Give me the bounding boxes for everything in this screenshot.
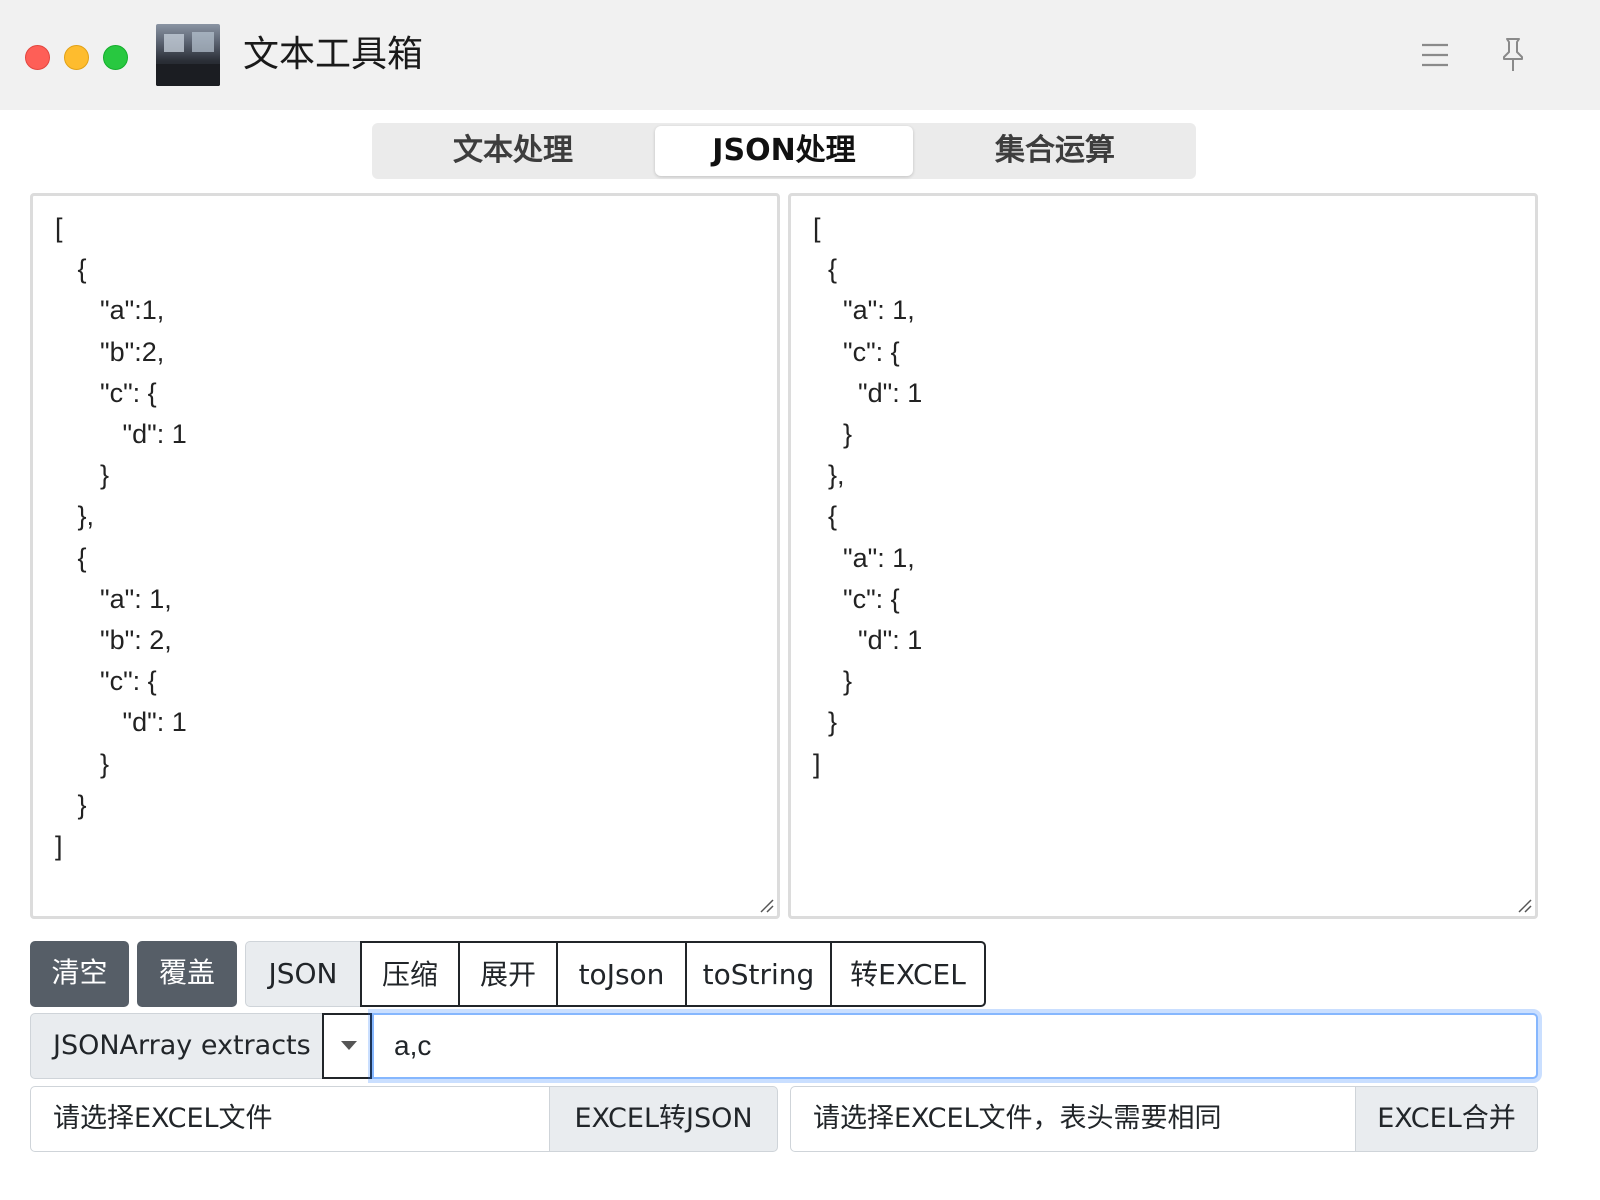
- resize-grip-icon[interactable]: [1516, 897, 1532, 913]
- resize-grip-icon[interactable]: [758, 897, 774, 913]
- window-title: 文本工具箱: [243, 34, 424, 75]
- tab-text-processing[interactable]: 文本处理: [384, 126, 642, 176]
- tostring-button[interactable]: toString: [685, 941, 832, 1007]
- minimize-window-button[interactable]: [64, 45, 89, 70]
- expand-button[interactable]: 展开: [458, 941, 558, 1007]
- extract-keys-input[interactable]: [372, 1013, 1538, 1079]
- output-editor-text[interactable]: [ { "a": 1, "c": { "d": 1 } }, { "a": 1,…: [791, 196, 1535, 785]
- json-label: JSON: [245, 941, 361, 1007]
- clear-button[interactable]: 清空: [30, 941, 129, 1007]
- input-editor[interactable]: [ { "a":1, "b":2, "c": { "d": 1 } }, { "…: [30, 193, 780, 919]
- app-icon: [156, 24, 220, 86]
- compress-button[interactable]: 压缩: [360, 941, 460, 1007]
- tojson-button[interactable]: toJson: [556, 941, 687, 1007]
- to-excel-button[interactable]: 转EXCEL: [830, 941, 986, 1007]
- menu-icon[interactable]: [1418, 40, 1452, 70]
- output-editor[interactable]: [ { "a": 1, "c": { "d": 1 } }, { "a": 1,…: [788, 193, 1538, 919]
- close-window-button[interactable]: [25, 45, 50, 70]
- extract-mode-select[interactable]: JSONArray extracts: [30, 1013, 323, 1079]
- pin-icon[interactable]: [1496, 36, 1530, 74]
- excel-merge-file-picker[interactable]: 请选择EXCEL文件，表头需要相同: [790, 1086, 1356, 1152]
- tab-set-operations[interactable]: 集合运算: [926, 126, 1184, 176]
- tab-bar: 文本处理 JSON处理 集合运算: [372, 123, 1196, 179]
- input-editor-text[interactable]: [ { "a":1, "b":2, "c": { "d": 1 } }, { "…: [33, 196, 777, 867]
- excel-to-json-button[interactable]: EXCEL转JSON: [549, 1086, 778, 1152]
- chevron-down-icon: [341, 1041, 357, 1050]
- title-bar: 文本工具箱: [0, 0, 1600, 110]
- excel-file-picker[interactable]: 请选择EXCEL文件: [30, 1086, 550, 1152]
- tab-json-processing[interactable]: JSON处理: [655, 126, 913, 176]
- overwrite-button[interactable]: 覆盖: [137, 941, 237, 1007]
- extract-mode-dropdown-button[interactable]: [322, 1013, 372, 1079]
- excel-merge-button[interactable]: EXCEL合并: [1355, 1086, 1538, 1152]
- zoom-window-button[interactable]: [103, 45, 128, 70]
